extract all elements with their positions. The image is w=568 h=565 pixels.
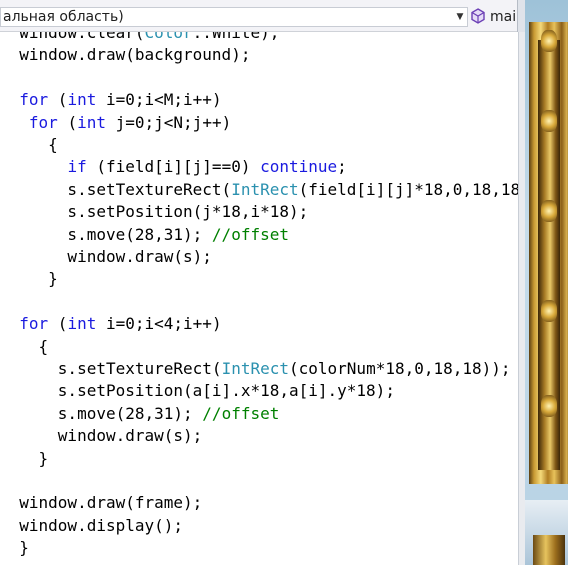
code-text: i=0;i<M;i++) xyxy=(96,90,222,110)
code-line[interactable]: for (int i=0;i<4;i++) xyxy=(0,314,222,336)
code-line[interactable]: window.draw(background); xyxy=(0,45,250,67)
code-text: } xyxy=(0,448,49,468)
code-text: ( xyxy=(57,112,78,132)
code-keyword: int xyxy=(67,314,97,334)
code-line[interactable]: s.setTextureRect(IntRect(field[i][j]*18,… xyxy=(0,180,518,202)
code-line[interactable]: } xyxy=(0,448,49,471)
code-line[interactable]: window.draw(frame); xyxy=(0,493,202,515)
code-comment: //offset xyxy=(211,224,289,244)
editor-scrollbar[interactable] xyxy=(518,32,525,565)
code-text: window.clear( xyxy=(0,32,145,42)
code-text: s.setPosition(j*18,i*18); xyxy=(0,202,309,222)
code-keyword: for xyxy=(19,314,49,334)
code-text: window.display(); xyxy=(0,515,184,535)
code-line[interactable]: window.draw(s); xyxy=(0,426,203,448)
game-ornament-image xyxy=(541,110,557,132)
code-text: (field[i][j]==0) xyxy=(86,157,261,177)
game-ornament-image xyxy=(541,30,557,52)
code-text: window.draw(s); xyxy=(0,426,203,446)
code-text: window.draw(background); xyxy=(0,45,251,65)
cube-icon xyxy=(471,8,485,24)
code-line[interactable]: for (int j=0;j<N;j++) xyxy=(0,113,231,135)
code-text: s.setPosition(a[i].x*18,a[i].y*18); xyxy=(0,381,395,401)
code-line[interactable]: s.setPosition(j*18,i*18); xyxy=(0,202,308,224)
code-line[interactable]: { xyxy=(0,135,58,157)
code-line[interactable]: } xyxy=(0,538,29,560)
code-line[interactable]: s.move(28,31); //offset xyxy=(0,225,289,247)
code-text: ( xyxy=(48,314,68,334)
code-text: (field[i][j]*18,0,18,18)); xyxy=(298,179,518,199)
code-text: j=0;j<N;j++) xyxy=(105,112,232,132)
code-text: i=0;i<4;i++) xyxy=(96,314,222,334)
code-line[interactable]: { xyxy=(0,336,49,359)
code-keyword: for xyxy=(19,90,49,110)
code-text: } xyxy=(0,538,29,558)
code-keyword: continue xyxy=(260,157,338,177)
code-line[interactable]: } xyxy=(0,269,58,291)
code-comment: //offset xyxy=(202,403,280,423)
code-text: (colorNum*18,0,18,18)); xyxy=(289,359,511,378)
code-line[interactable]: if (field[i][j]==0) continue; xyxy=(0,157,347,179)
code-text: } xyxy=(0,269,58,289)
code-keyword: int xyxy=(77,112,106,132)
code-keyword: for xyxy=(28,112,58,132)
code-text: s.move(28,31); xyxy=(0,224,212,244)
code-editor[interactable]: window.clear(Color::White); window.draw(… xyxy=(0,32,518,565)
scope-dropdown-label: альная область) xyxy=(3,9,124,25)
chevron-down-icon[interactable]: ▼ xyxy=(454,9,466,25)
code-text: s.setTextureRect( xyxy=(0,179,232,199)
game-ornament-image xyxy=(541,300,557,322)
scope-dropdown[interactable]: альная область) ▼ xyxy=(0,7,468,27)
code-type: IntRect xyxy=(231,179,299,199)
code-text: ::White); xyxy=(192,32,280,42)
game-ornament-image xyxy=(541,200,557,222)
code-text: { xyxy=(0,336,49,356)
code-line[interactable]: window.draw(s); xyxy=(0,247,212,269)
code-text: ; xyxy=(337,157,347,177)
editor-navigation-bar: альная область) ▼ main xyxy=(0,0,525,32)
code-text: window.draw(frame); xyxy=(0,493,203,513)
code-text: s.move(28,31); xyxy=(0,403,203,423)
code-line[interactable]: s.move(28,31); //offset xyxy=(0,403,280,426)
code-keyword: if xyxy=(67,157,87,177)
code-keyword: int xyxy=(67,90,97,110)
code-text: s.setTextureRect( xyxy=(0,359,222,378)
code-line[interactable]: for (int i=0;i<M;i++) xyxy=(0,90,222,112)
code-line[interactable]: window.clear(Color::White); xyxy=(0,32,279,45)
code-line[interactable]: window.display(); xyxy=(0,516,183,538)
game-ornament-image xyxy=(541,395,557,417)
code-text: { xyxy=(0,135,58,154)
code-text: ( xyxy=(48,90,68,110)
window-divider xyxy=(517,0,525,32)
code-text: window.draw(s); xyxy=(0,247,212,266)
game-frame-corner-image xyxy=(533,535,565,565)
code-line[interactable]: s.setTextureRect(IntRect(colorNum*18,0,1… xyxy=(0,359,511,381)
code-line[interactable]: s.setPosition(a[i].x*18,a[i].y*18); xyxy=(0,381,395,403)
code-type: Color xyxy=(144,32,193,42)
code-type: IntRect xyxy=(221,359,289,378)
